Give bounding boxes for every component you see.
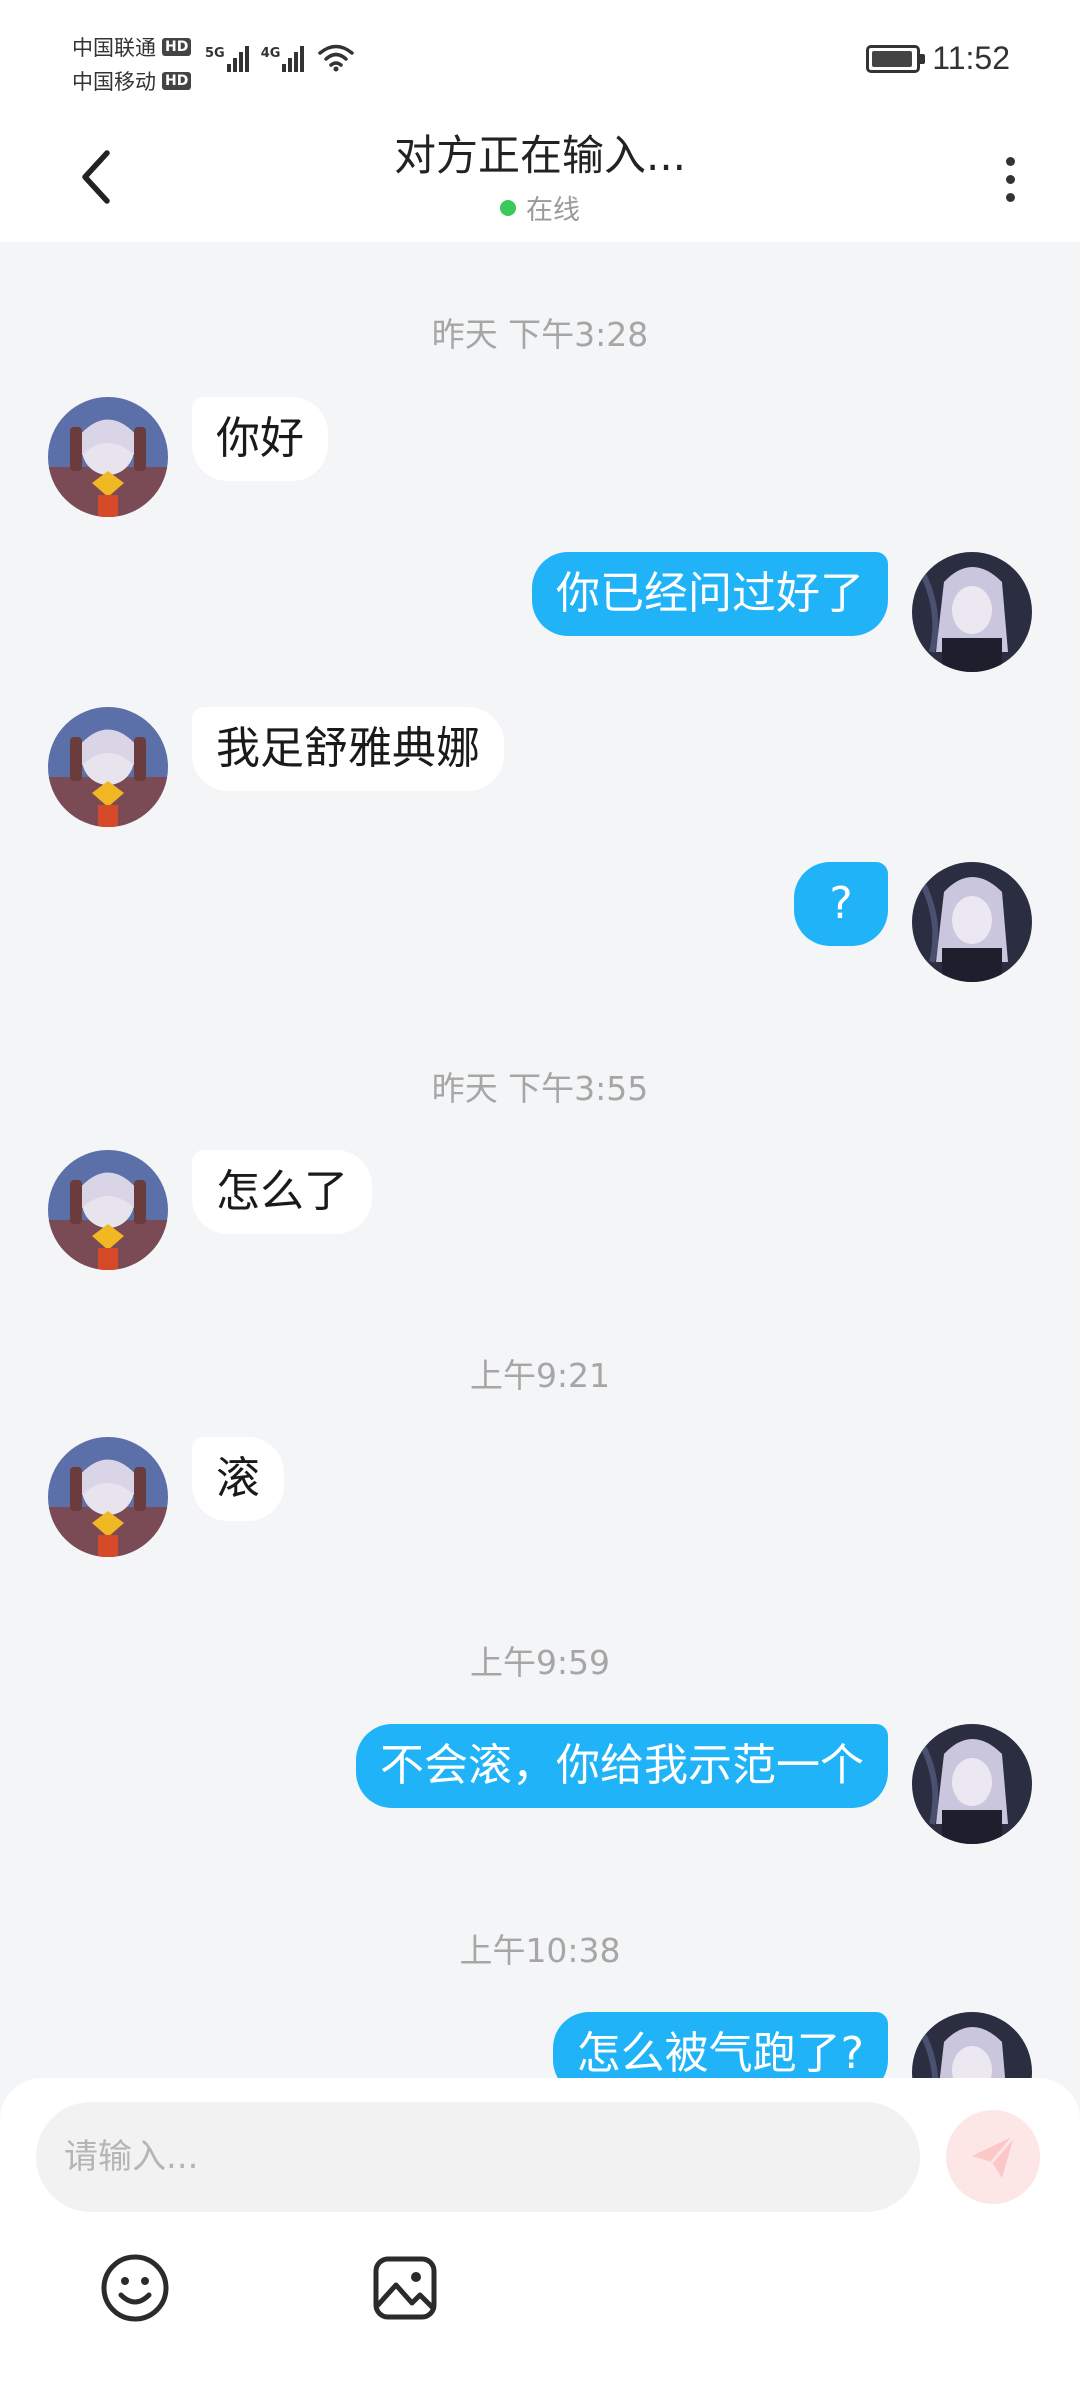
outgoing-message-bubble[interactable]: 你已经问过好了 — [532, 552, 888, 636]
user-avatar[interactable] — [912, 862, 1032, 982]
chat-header: 对方正在输入... 在线 — [0, 120, 1080, 242]
send-paper-plane-icon — [972, 2135, 1016, 2178]
message-list[interactable]: 昨天 下午3:28 你好 你已经问过好了 我足舒雅典娜 ? 昨天 下午3:55 … — [0, 242, 1080, 2078]
signal-5g-icon: 5G — [205, 46, 251, 72]
carrier-name-2: 中国移动 — [72, 70, 156, 94]
more-options-button[interactable] — [990, 144, 1030, 214]
carrier-name-1: 中国联通 — [72, 36, 156, 60]
battery-icon — [866, 44, 926, 73]
incoming-message-bubble[interactable]: 你好 — [192, 397, 328, 481]
carrier-info: 中国联通 HD 中国移动 HD — [72, 30, 192, 98]
timestamp-label: 昨天 下午3:55 — [431, 1069, 649, 1108]
user-avatar[interactable] — [912, 1724, 1032, 1844]
more-vertical-icon — [1005, 156, 1015, 166]
contact-avatar[interactable] — [48, 397, 168, 517]
timestamp-label: 上午10:38 — [459, 1931, 621, 1970]
contact-avatar[interactable] — [48, 707, 168, 827]
status-clock: 11:52 — [932, 40, 1010, 76]
user-avatar-image — [912, 2012, 1032, 2078]
incoming-message-bubble[interactable]: 怎么了 — [192, 1150, 372, 1234]
image-picker-button[interactable] — [365, 2248, 445, 2328]
contact-avatar-image — [48, 1437, 168, 1557]
timestamp-label: 上午9:21 — [469, 1356, 611, 1395]
contact-avatar-image — [48, 397, 168, 517]
contact-avatar[interactable] — [48, 1150, 168, 1270]
timestamp-label: 上午9:59 — [469, 1643, 611, 1682]
signal-4g-icon: 4G — [261, 46, 307, 72]
user-avatar-image — [912, 552, 1032, 672]
emoji-smile-icon — [101, 2254, 169, 2322]
incoming-message-bubble[interactable]: 我足舒雅典娜 — [192, 707, 504, 791]
contact-avatar-image — [48, 707, 168, 827]
presence-label: 在线 — [526, 195, 580, 226]
outgoing-message-bubble[interactable]: ? — [794, 862, 888, 946]
contact-avatar-image — [48, 1150, 168, 1270]
timestamp-label: 昨天 下午3:28 — [431, 315, 649, 354]
wifi-icon — [318, 44, 355, 72]
outgoing-message-bubble[interactable]: 不会滚，你给我示范一个 — [356, 1724, 888, 1808]
net-4g-label: 4G — [260, 46, 281, 61]
online-dot-icon — [500, 199, 516, 216]
chat-title: 对方正在输入... — [393, 131, 687, 180]
outgoing-message-bubble[interactable]: 怎么被气跑了? — [552, 2012, 888, 2078]
incoming-message-bubble[interactable]: 滚 — [192, 1437, 284, 1521]
hd-badge: HD — [162, 72, 192, 90]
user-avatar-image — [912, 862, 1032, 982]
user-avatar[interactable] — [912, 552, 1032, 672]
send-button[interactable] — [946, 2110, 1040, 2204]
presence-status: 在线 — [0, 188, 1080, 227]
contact-avatar[interactable] — [48, 1437, 168, 1557]
composer-panel — [0, 2078, 1080, 2388]
image-picture-icon — [373, 2256, 437, 2320]
hd-badge: HD — [162, 38, 192, 56]
net-5g-label: 5G — [205, 46, 225, 61]
message-input[interactable] — [36, 2102, 920, 2212]
status-bar: 中国联通 HD 中国移动 HD 5G 4G 11:52 — [0, 0, 1080, 120]
network-indicators: 5G 4G — [205, 42, 356, 72]
user-avatar-image — [912, 1724, 1032, 1844]
emoji-button[interactable] — [95, 2248, 175, 2328]
user-avatar[interactable] — [912, 2012, 1032, 2078]
